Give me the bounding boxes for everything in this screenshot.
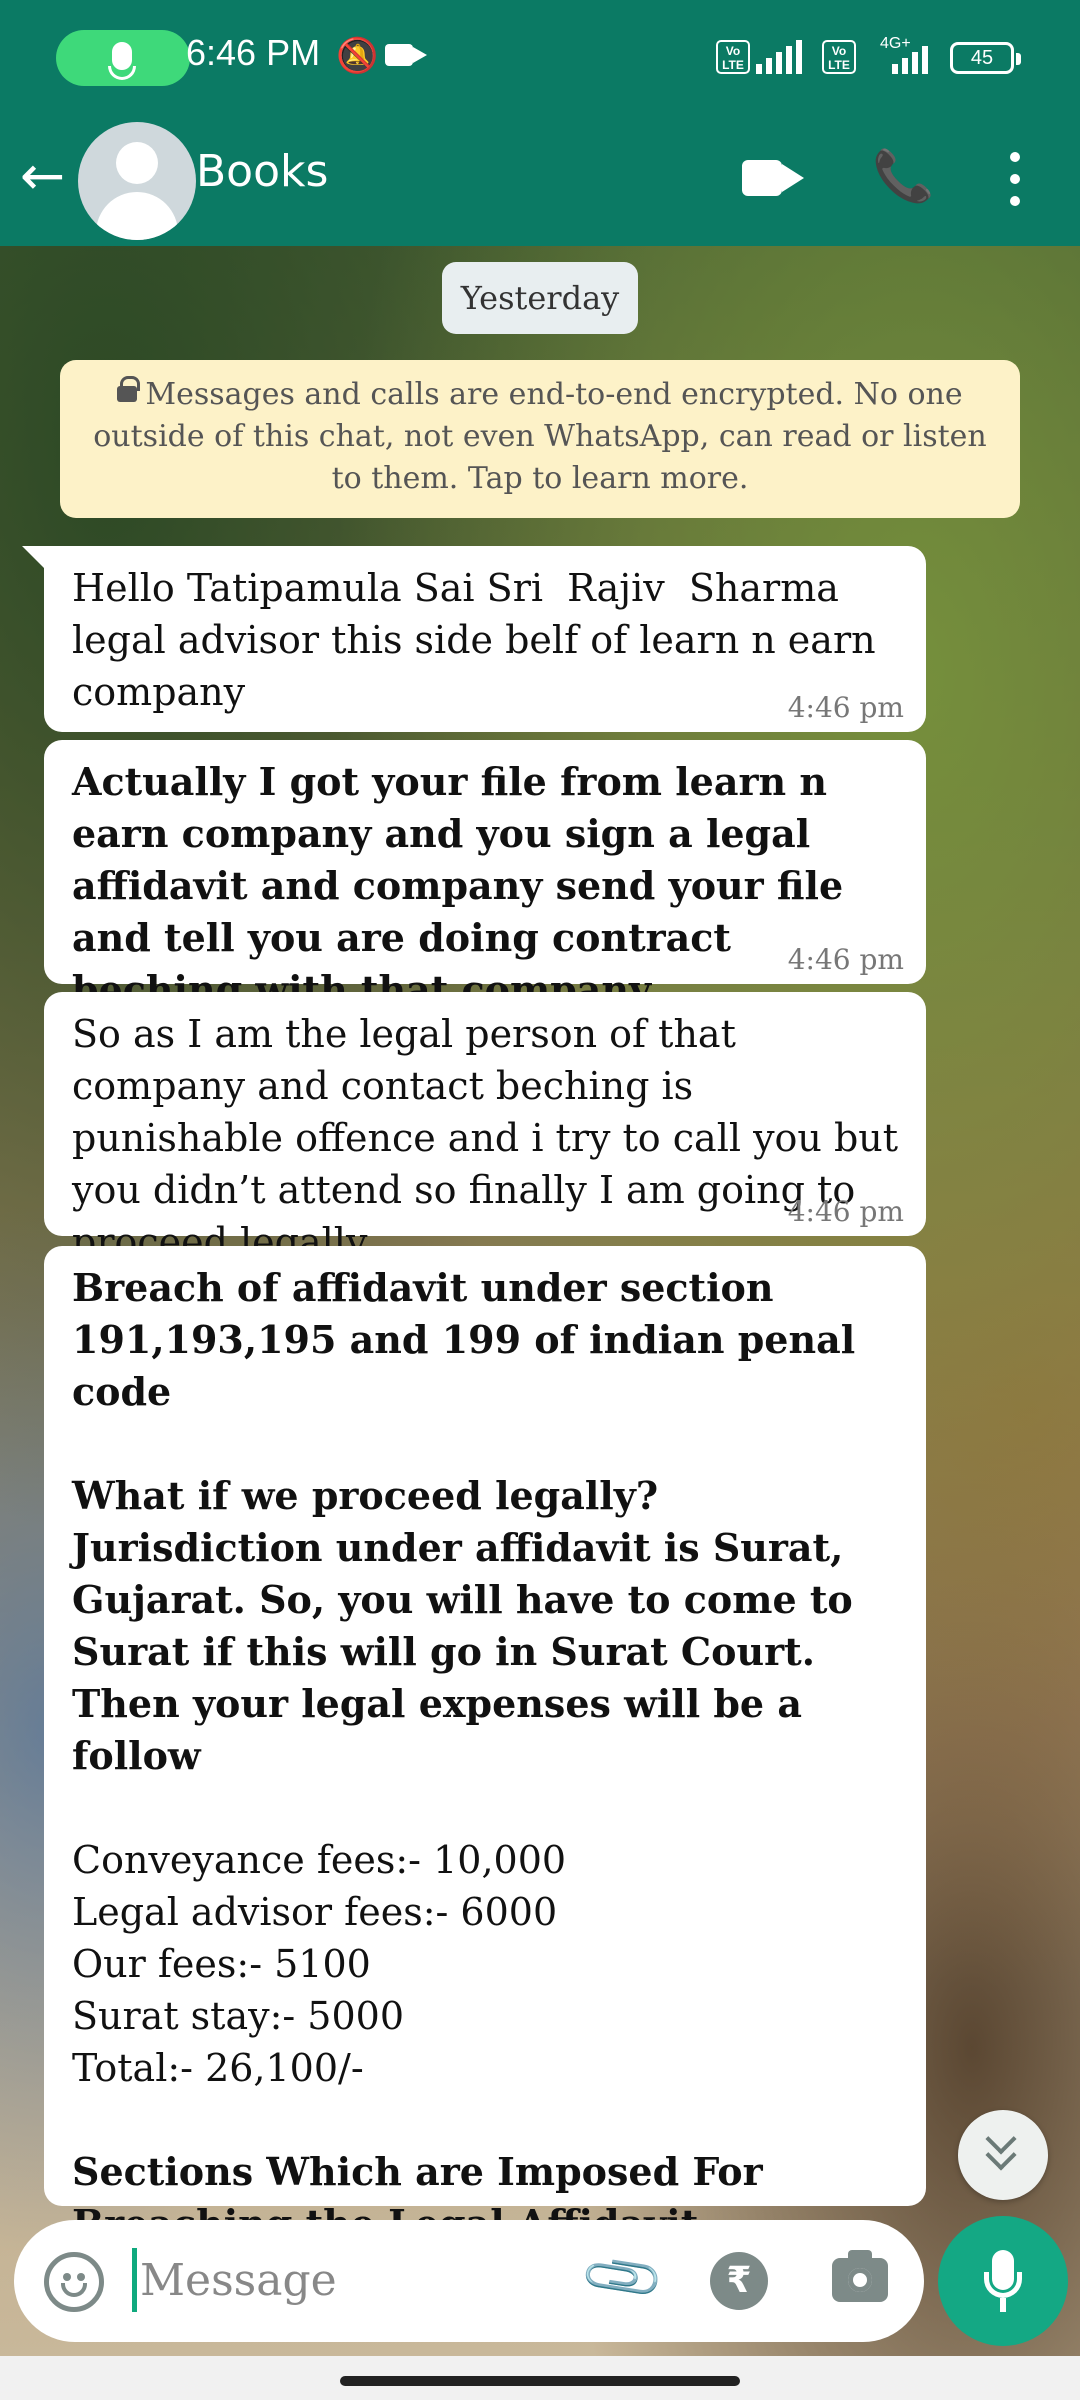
- more-options-icon[interactable]: [1010, 146, 1022, 216]
- scroll-to-bottom-button[interactable]: [958, 2110, 1048, 2200]
- status-time: 6:46 PM: [186, 32, 321, 73]
- message-jurisdiction: Jurisdiction under affidavit is Surat, G…: [72, 1525, 866, 1778]
- contact-name[interactable]: Books: [196, 146, 328, 197]
- video-call-icon[interactable]: [742, 160, 804, 196]
- fee-line: Legal advisor fees:- 6000: [72, 1890, 558, 1934]
- volte-icon: Vo LTE: [822, 40, 856, 74]
- mic-in-use-indicator[interactable]: [56, 30, 190, 86]
- battery-icon: 45: [950, 42, 1021, 74]
- lock-icon: [117, 376, 141, 402]
- status-bar: 6:46 PM 🔕 Vo LTE Vo LTE 4G+ 45: [0, 0, 1080, 116]
- message-bubble[interactable]: Actually I got your file from learn n ea…: [44, 740, 926, 1012]
- message-heading: Breach of affidavit under section 191,19…: [72, 1265, 869, 1414]
- message-text: So as I am the legal person of that comp…: [72, 1012, 911, 1264]
- video-recording-icon: [385, 44, 427, 66]
- date-chip: Yesterday: [442, 262, 638, 334]
- message-input[interactable]: [140, 2244, 560, 2316]
- encryption-notice[interactable]: Messages and calls are end-to-end encryp…: [60, 360, 1020, 518]
- encryption-text: Messages and calls are end-to-end encryp…: [93, 377, 987, 496]
- avatar[interactable]: [78, 122, 196, 240]
- fee-total: Total:- 26,100/-: [72, 2046, 364, 2090]
- signal-bars-icon: [756, 40, 802, 74]
- home-gesture-handle[interactable]: [340, 2376, 740, 2386]
- chat-header: ← Books 📞: [0, 116, 1080, 246]
- payment-icon[interactable]: ₹: [710, 2252, 768, 2310]
- navigation-bar: [0, 2356, 1080, 2400]
- message-time: 4:46 pm: [787, 1195, 904, 1228]
- text-caret: [132, 2248, 137, 2312]
- back-arrow-icon[interactable]: ←: [20, 146, 80, 206]
- message-time: 4:46 pm: [787, 943, 904, 976]
- app-header: 6:46 PM 🔕 Vo LTE Vo LTE 4G+ 45 ← Books 📞: [0, 0, 1080, 246]
- message-text: Actually I got your file from learn n ea…: [72, 759, 857, 1012]
- message-bubble[interactable]: Breach of affidavit under section 191,19…: [44, 1246, 926, 2246]
- fee-line: Surat stay:- 5000: [72, 1994, 404, 2038]
- message-question: What if we proceed legally?: [72, 1473, 659, 1518]
- message-time: 4:46 pm: [787, 691, 904, 724]
- fee-line: Conveyance fees:- 10,000: [72, 1838, 567, 1882]
- volte-icon: Vo LTE: [716, 40, 750, 74]
- message-bubble[interactable]: Hello Tatipamula Sai Sri Rajiv Sharma le…: [44, 546, 926, 732]
- camera-icon[interactable]: [832, 2250, 888, 2302]
- bell-muted-icon: 🔕: [336, 36, 379, 76]
- message-text: Hello Tatipamula Sai Sri Rajiv Sharma le…: [72, 566, 888, 714]
- message-composer: 📎 ₹: [14, 2220, 924, 2342]
- phone-call-icon[interactable]: 📞: [872, 146, 934, 206]
- attachment-icon[interactable]: 📎: [576, 2232, 668, 2324]
- voice-message-button[interactable]: [938, 2216, 1068, 2346]
- emoji-icon[interactable]: [44, 2252, 104, 2312]
- signal-bars-icon: [892, 40, 928, 74]
- message-bubble[interactable]: So as I am the legal person of that comp…: [44, 992, 926, 1264]
- fee-line: Our fees:- 5100: [72, 1942, 371, 1986]
